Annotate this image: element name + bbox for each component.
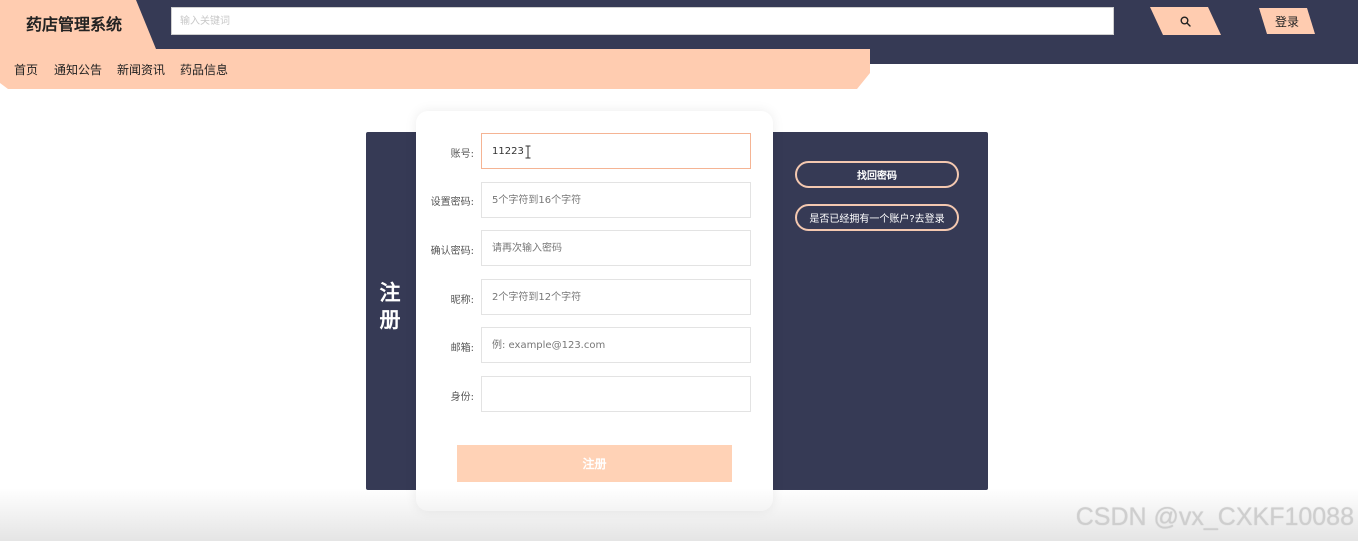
email-input[interactable] [481,327,751,363]
site-title: 药店管理系统 [26,15,123,34]
login-button[interactable]: 登录 [1259,8,1315,34]
account-label: 账号: [450,149,474,160]
nav-item-notices[interactable]: 通知公告 [54,61,102,78]
nav-item-medicines[interactable]: 药品信息 [180,61,228,78]
password-label: 设置密码: [430,197,474,208]
text-cursor-icon [525,145,531,159]
register-title-text: 注册 [379,281,401,332]
forgot-password-button[interactable]: 找回密码 [795,161,959,188]
identity-label: 身份: [450,392,474,403]
go-login-button[interactable]: 是否已经拥有一个账户?去登录 [795,204,959,231]
password-input[interactable] [481,182,751,218]
register-title: 注册 [372,280,408,334]
search-icon [1180,16,1191,27]
nickname-label: 昵称: [450,295,474,306]
confirm-password-input[interactable] [481,230,751,266]
confirm-password-label: 确认密码: [430,246,474,257]
register-submit-button[interactable]: 注册 [457,445,732,482]
email-label: 邮箱: [450,343,474,354]
account-input[interactable] [481,133,751,169]
identity-input[interactable] [481,376,751,412]
watermark: CSDN @vx_CXKF10088 [1075,503,1354,531]
nav-item-news[interactable]: 新闻资讯 [117,61,165,78]
nav-item-home[interactable]: 首页 [14,61,38,78]
nickname-input[interactable] [481,279,751,315]
search-input[interactable] [171,7,1114,35]
